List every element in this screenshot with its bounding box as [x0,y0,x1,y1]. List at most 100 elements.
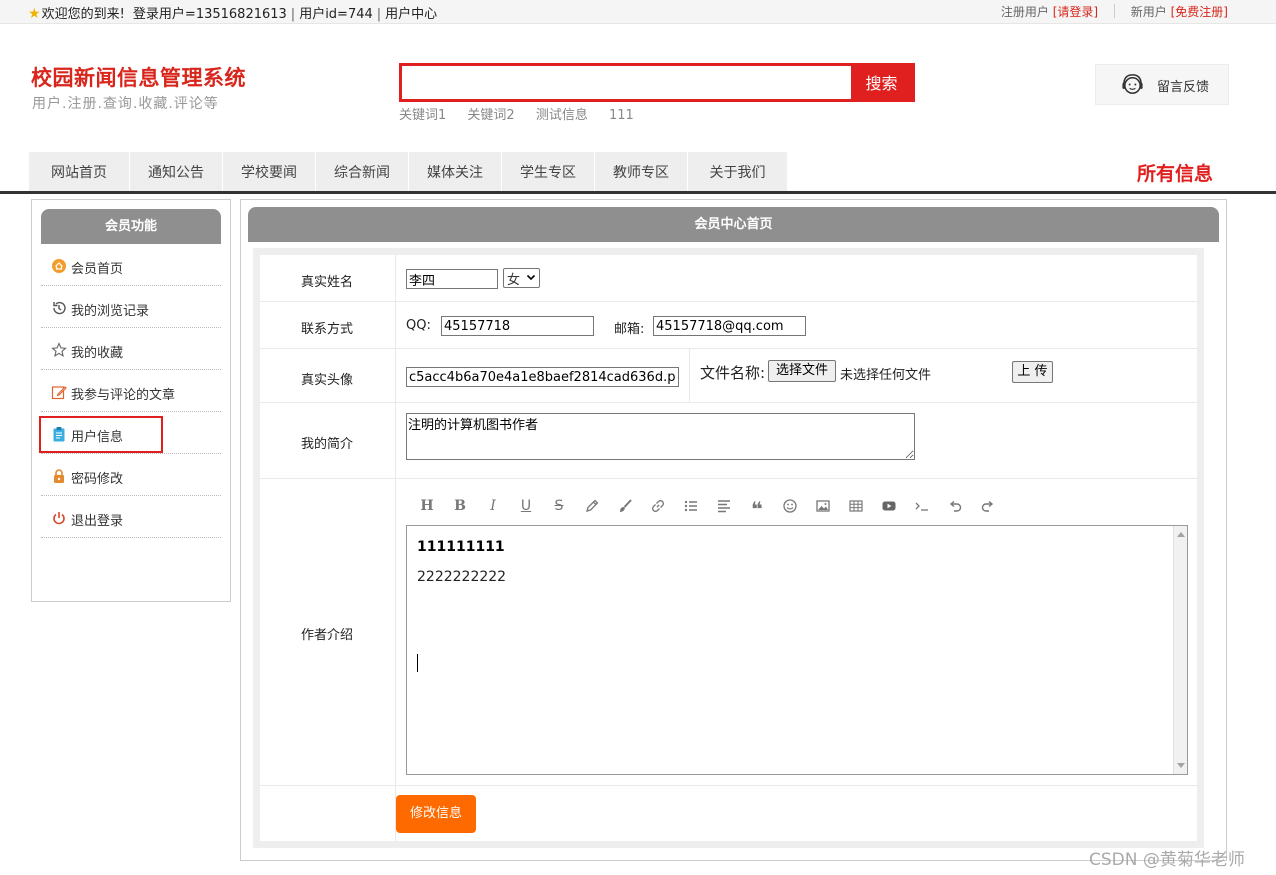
code-icon[interactable] [914,498,930,514]
email-label: 邮箱: [614,322,645,337]
gender-selected: 女 [507,273,521,288]
active-item-highlight [39,416,163,453]
qq-label: QQ: [406,318,431,333]
main-nav: 网站首页 通知公告 学校要闻 综合新闻 媒体关注 学生专区 教师专区 关于我们 [29,152,788,192]
site-title[interactable]: 校园新闻信息管理系统 [31,62,246,92]
scroll-down-icon[interactable] [1177,763,1185,769]
welcome-bar: ★欢迎您的到来! 登录用户=13516821613 | 用户id=744 | 用户中心 [28,6,438,22]
editor-line-1: 111111111 [417,539,505,555]
submit-button[interactable]: 修改信息 [396,795,476,833]
sidebar-item-logout[interactable]: 退出登录 [41,496,221,538]
welcome-text: 欢迎您的到来! [41,7,125,22]
hotword-link[interactable]: 关键词2 [467,108,514,123]
redo-icon[interactable] [980,498,996,514]
hotword-link[interactable]: 关键词1 [399,108,446,123]
email-input[interactable] [653,316,806,336]
text-cursor [417,654,418,672]
search-input[interactable] [402,66,854,99]
italic-icon[interactable]: I [485,498,501,514]
choose-file-button[interactable]: 选择文件 [768,360,836,382]
all-info-link[interactable]: 所有信息 [1137,159,1213,186]
sidebar-item-label: 我的收藏 [71,346,124,361]
register-user-text: 注册用户 [1000,5,1049,19]
qq-input[interactable] [441,316,594,336]
list-icon[interactable] [683,498,699,514]
lock-icon [54,469,64,483]
register-link[interactable]: [免费注册] [1171,5,1228,19]
history-icon [53,301,66,315]
sidebar-item-member-home[interactable]: 会员首页 [41,244,221,286]
chevron-down-icon [526,274,536,281]
nav-item-home[interactable]: 网站首页 [29,152,129,192]
strikethrough-icon[interactable]: S [551,498,567,514]
nav-divider [0,191,1276,194]
hotwords: 关键词1 关键词2 测试信息 111 [399,104,651,123]
avatar-label: 真实头像 [301,373,354,388]
sidebar-item-favorites[interactable]: 我的收藏 [41,328,221,370]
top-bar: ★欢迎您的到来! 登录用户=13516821613 | 用户id=744 | 用户中心 … [0,0,1276,24]
login-user-text: 登录用户=13516821613 [132,7,287,22]
new-user-text: 新用户 [1130,5,1167,19]
nav-item-general-news[interactable]: 综合新闻 [316,152,408,192]
nav-item-school-news[interactable]: 学校要闻 [223,152,315,192]
search-button[interactable]: 搜索 [851,66,912,99]
nav-item-about[interactable]: 关于我们 [688,152,787,192]
bold-icon[interactable]: B [452,498,468,514]
star-icon [51,342,67,358]
author-label: 作者介绍 [301,628,354,643]
upload-button[interactable]: 上 传 [1012,361,1053,383]
search-box: 搜索 [399,63,915,102]
align-icon[interactable] [716,498,732,514]
undo-icon[interactable] [947,498,963,514]
link-icon[interactable] [650,498,666,514]
sidebar-item-history[interactable]: 我的浏览记录 [41,286,221,328]
sidebar-item-comments[interactable]: 我参与评论的文章 [41,370,221,412]
author-intro-editor[interactable]: 111111111 2222222222 [406,525,1188,775]
real-name-input[interactable] [406,269,498,289]
sidebar-item-password[interactable]: 密码修改 [41,454,221,496]
emoji-icon[interactable] [782,498,798,514]
sidebar-title: 会员功能 [41,209,221,244]
star-icon: ★ [28,6,41,22]
nav-item-teachers[interactable]: 教师专区 [595,152,687,192]
nav-item-students[interactable]: 学生专区 [502,152,594,192]
pen-icon[interactable] [584,498,600,514]
form-row-real-name: 真实姓名 [260,255,1197,302]
table-icon[interactable] [848,498,864,514]
feedback-button[interactable]: 留言反馈 [1095,64,1229,105]
contact-label: 联系方式 [301,322,354,337]
edit-icon [51,386,67,400]
sidebar-item-label: 密码修改 [71,472,124,487]
quote-icon[interactable]: ❝ [749,498,765,520]
intro-label: 我的简介 [301,437,354,452]
sidebar-item-label: 退出登录 [71,514,124,529]
avatar-filename-input[interactable] [406,367,679,387]
sidebar-item-label: 我参与评论的文章 [71,388,176,403]
file-name-label: 文件名称: [700,364,766,382]
image-icon[interactable] [815,498,831,514]
video-icon[interactable] [881,498,897,514]
no-file-text: 未选择任何文件 [840,368,932,383]
editor-scrollbar[interactable] [1173,526,1187,774]
brush-icon[interactable] [617,498,633,514]
main-panel-title: 会员中心首页 [248,207,1219,242]
member-sidebar: 会员功能 会员首页 我的浏览记录 我的收藏 我参与评论的文章 用户信息 密码修改… [31,199,231,602]
hotword-link[interactable]: 测试信息 [536,108,588,123]
power-icon [53,512,65,525]
user-center-link[interactable]: 用户中心 [385,7,437,22]
gender-select[interactable]: 女 [503,268,540,288]
hotword-link[interactable]: 111 [609,108,634,123]
intro-textarea[interactable]: 注明的计算机图书作者 [406,413,915,460]
feedback-label: 留言反馈 [1157,80,1210,95]
editor-line-2: 2222222222 [417,569,507,585]
nav-item-notice[interactable]: 通知公告 [130,152,222,192]
sidebar-item-label: 会员首页 [71,262,124,277]
scroll-up-icon[interactable] [1177,531,1185,537]
real-name-label: 真实姓名 [301,275,354,290]
watermark: CSDN @黄菊华老师 [1089,850,1245,870]
customer-service-icon [1122,74,1143,94]
nav-item-media[interactable]: 媒体关注 [409,152,501,192]
login-link[interactable]: [请登录] [1053,5,1098,19]
underline-icon[interactable]: U [518,498,534,514]
heading-icon[interactable]: H [419,498,435,514]
